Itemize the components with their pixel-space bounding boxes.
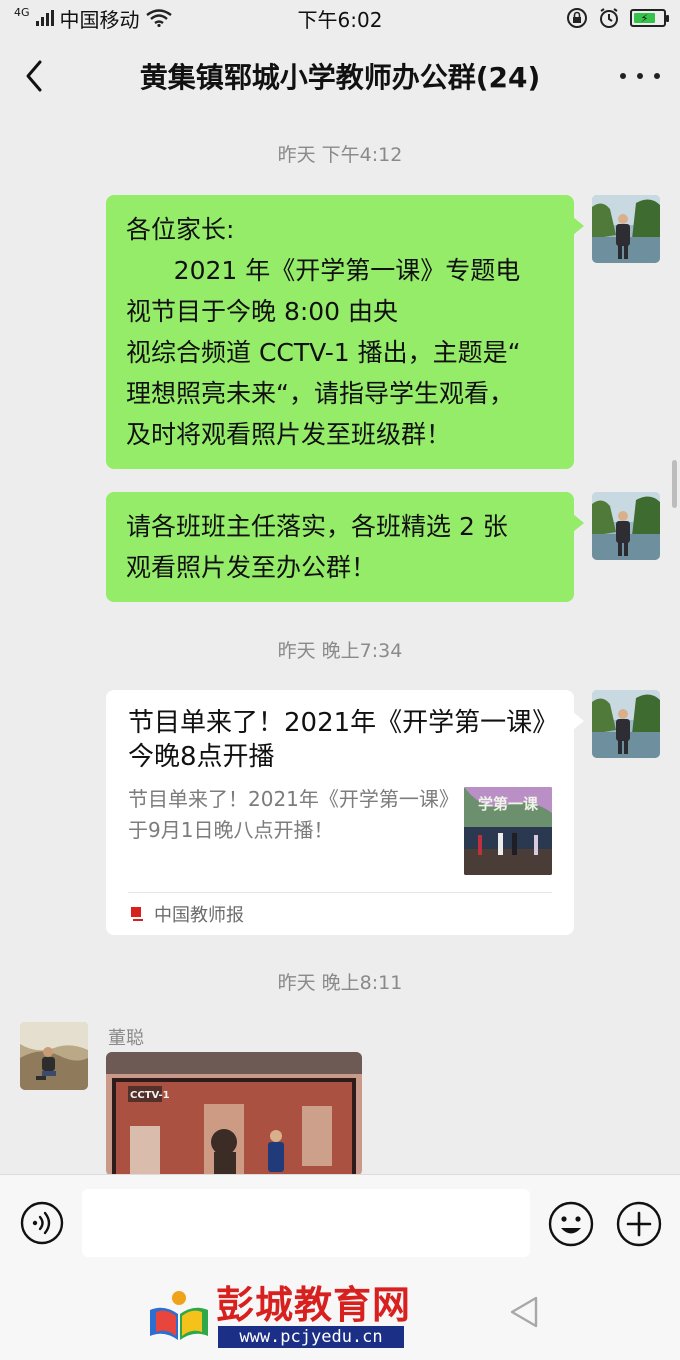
more-icon[interactable] [620,62,660,90]
message-line: 各位家长: [126,215,235,244]
avatar[interactable] [592,690,660,758]
chat-header: 黄集镇郓城小学教师办公群(24) [0,36,680,116]
tv-broadcast-photo: CCTV-1 [106,1052,362,1176]
network-type: 4G [14,5,30,19]
voice-icon[interactable] [20,1201,64,1245]
battery-fill: ⚡ [634,13,655,24]
carrier-name: 中国移动 [59,7,140,32]
sender-name: 董聪 [108,1028,144,1049]
message-line: 2021 年《开学第一课》专题电 [126,256,521,285]
image-message[interactable]: CCTV-1 [106,1052,362,1176]
stage-thumbnail-image: 学第一课 [464,787,552,875]
input-bar [0,1174,680,1270]
card-thumbnail: 学第一课 [464,787,552,875]
channel-logo-text: CCTV-1 [130,1090,170,1101]
message-bubble[interactable]: 各位家长: 2021 年《开学第一课》专题电 视节目于今晚 8:00 由央 视综… [106,195,584,469]
avatar-photo [592,492,660,560]
avatar[interactable] [20,1022,88,1090]
wifi-icon [145,9,172,27]
status-left: 4G 中国移动 [14,4,172,33]
message-bubble[interactable]: 请各班班主任落实，各班精选 2 张 观看照片发至办公群！ [106,492,584,602]
card-source-name: 中国教师报 [154,905,244,926]
avatar[interactable] [592,195,660,263]
message-line: 视节目于今晚 8:00 由央 [126,297,399,326]
signal-icon [35,10,54,26]
avatar-photo [592,195,660,263]
watermark-book-logo-icon [150,1291,208,1340]
avatar-photo [592,690,660,758]
newspaper-logo-icon [131,907,143,921]
emoji-icon[interactable] [548,1201,594,1247]
message-line: 请各班班主任落实，各班精选 2 张 [126,512,508,541]
avatar[interactable] [592,492,660,560]
scrollbar[interactable] [672,460,677,508]
chat-title: 黄集镇郓城小学教师办公群(24) [139,61,541,94]
battery-icon: ⚡ [630,9,669,27]
card-description: 节目单来了！2021年《开学第一课》于9月1日晚八点开播！ [128,787,449,842]
lock-rotation-icon [567,8,587,28]
message-timestamp: 昨天 下午4:12 [277,144,403,166]
message-line: 观看照片发至办公群！ [126,553,377,582]
message-timestamp: 昨天 晚上8:11 [277,972,403,994]
status-right: ⚡ [566,7,669,29]
watermark-site-name: 彭城教育网 [216,1283,412,1327]
message-line: 及时将观看照片发至班级群！ [126,420,452,449]
back-icon[interactable] [18,56,54,96]
status-bar: 4G 中国移动 下午6:02 ⚡ [0,0,680,36]
card-divider [128,892,552,893]
thumbnail-caption: 学第一课 [478,795,539,813]
message-line: 理想照亮未来“，请指导学生观看， [126,379,514,408]
card-source: 中国教师报 [128,902,244,926]
card-title: 节目单来了！2021年《开学第一课》今晚8点开播 [128,708,546,772]
watermark-url: www.pcjyedu.cn [218,1326,404,1348]
bottom-area: 彭城教育网 www.pcjyedu.cn [0,1270,680,1360]
message-line: 视综合频道 CCTV-1 播出，主题是“ [126,338,521,367]
system-back-icon[interactable] [506,1292,542,1332]
message-timestamp: 昨天 晚上7:34 [277,640,403,662]
link-card[interactable]: 节目单来了！2021年《开学第一课》今晚8点开播 节目单来了！2021年《开学第… [106,690,584,935]
plus-icon[interactable] [616,1201,662,1247]
alarm-icon [600,8,618,28]
message-input[interactable] [82,1189,530,1257]
avatar-photo [20,1022,88,1090]
